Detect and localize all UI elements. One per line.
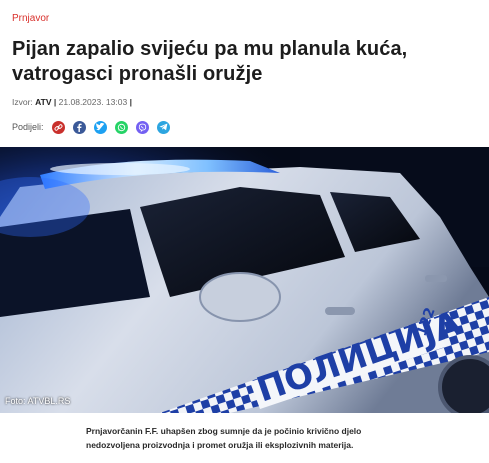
share-twitter-button[interactable] [93,120,107,134]
telegram-icon [158,123,167,131]
publish-date: 21.08.2023. 13:03 [58,97,128,107]
meta-separator: | [129,97,132,107]
viber-icon [138,123,146,132]
source-name: ATV [35,97,52,107]
facebook-icon [77,123,82,132]
photo-credit: Foto: ATVBL.RS [5,396,71,406]
police-car-photo: ПОЛИЦИЈА 122 [0,147,489,413]
link-icon [54,123,63,131]
share-label: Podijeli: [12,122,44,132]
share-whatsapp-button[interactable] [114,120,128,134]
article-image: ПОЛИЦИЈА 122 Foto: ATVBL.RS [0,147,489,413]
article-lead: Prnjavorčanin F.F. uhapšen zbog sumnje d… [86,426,362,450]
source-label: Izvor: [12,97,33,107]
category-link[interactable]: Prnjavor [12,13,49,24]
share-link-button[interactable] [51,120,65,134]
whatsapp-icon [117,123,125,131]
share-bar: Podijeli: [12,120,178,134]
article-title: Pijan zapalio svijeću pa mu planula kuća… [12,38,408,85]
share-telegram-button[interactable] [156,120,170,134]
twitter-icon [95,123,104,131]
share-facebook-button[interactable] [72,120,86,134]
article-meta: Izvor: ATV | 21.08.2023. 13:03 | [12,97,132,107]
share-viber-button[interactable] [135,120,149,134]
meta-separator: | [53,97,57,107]
